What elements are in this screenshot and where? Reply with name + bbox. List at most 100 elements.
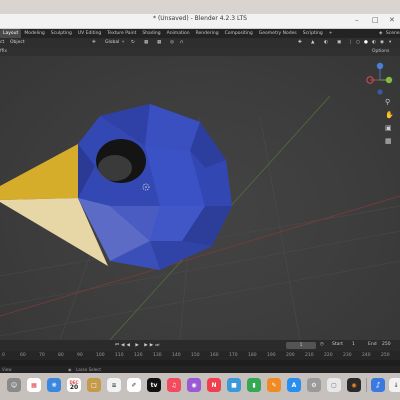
tab-rendering[interactable]: Rendering [193,29,222,38]
maximize-icon[interactable]: □ [372,16,379,24]
ruler-tick: 220 [324,353,333,358]
end-frame-field[interactable]: 250 [382,342,391,347]
ruler-tick: 150 [191,353,200,358]
viewport-scene [0,62,400,340]
ruler-tick: 70 [39,353,45,358]
pan-hand-icon[interactable]: ✋ [385,109,394,122]
header-menu-edge[interactable]: ct [0,40,4,45]
tab-animation[interactable]: Animation [164,29,193,38]
object-menu[interactable]: Object [10,40,25,45]
calendar-icon[interactable]: DEC 20 [67,378,81,392]
solid-shading-icon[interactable]: ● [364,40,368,45]
ruler-tick: 210 [305,353,314,358]
end-label: End [368,342,377,347]
safari-icon[interactable]: ❋ [47,378,61,392]
overlays-icon[interactable]: ◐ [324,40,328,45]
chevron-down-icon: ▾ [122,40,125,45]
finder-icon[interactable]: ☺ [7,378,21,392]
tab-compositing[interactable]: Compositing [222,29,256,38]
keynote-icon[interactable]: ■ [227,378,241,392]
navigation-gizmo[interactable] [366,62,393,95]
tab-shading[interactable]: Shading [139,29,163,38]
close-icon[interactable]: ✕ [389,16,395,24]
pivot-icon[interactable]: ↻ [131,40,135,45]
wireframe-shading-icon[interactable]: ○ [356,40,360,45]
3d-viewport[interactable]: ⚲ ✋ ▣ ▦ [0,56,400,340]
3d-cursor-center [145,186,147,188]
timeline-controls: ⏮◀◀ ▶ ▶▶⏭ 1 ◷ Start 1 End 250 [0,340,400,351]
downloads-folder-icon[interactable]: ↓ [389,378,400,392]
gizmo-neg-z-icon[interactable] [377,89,383,95]
tab-modeling[interactable]: Modeling [21,29,47,38]
light-cone-top [0,144,78,200]
numbers-icon[interactable]: ▮ [247,378,261,392]
app-store-icon[interactable]: A [287,378,301,392]
system-settings-icon[interactable]: ⚙ [307,378,321,392]
tab-geometry-nodes[interactable]: Geometry Nodes [256,29,300,38]
launchpad-icon[interactable]: ▦ [27,378,41,392]
window-title-bar: * (Unsaved) - Blender 4.2.3 LTS – □ ✕ [0,14,400,29]
camera-view-icon[interactable]: ▣ [385,122,394,135]
reminders-icon[interactable]: ≡ [107,378,121,392]
pages-icon[interactable]: ✎ [267,378,281,392]
current-frame-field[interactable]: 1 [286,342,316,349]
gizmo-z-icon[interactable] [376,62,384,70]
ruler-tick: 0 [2,353,5,358]
window-title: * (Unsaved) - Blender 4.2.3 LTS [153,15,247,22]
ruler-tick: 180 [248,353,257,358]
stopwatch-icon[interactable]: ◷ [320,342,324,347]
view-object-types-icon[interactable]: ✚ [298,40,302,45]
tab-texture-paint[interactable]: Texture Paint [104,29,139,38]
tab-layout[interactable]: Layout [0,29,22,38]
blender-icon[interactable]: ◉ [347,378,361,392]
material-preview-icon[interactable]: ◐ [372,40,376,45]
viewport-header: ct Object ✚ Global ▾ ↻ ▦ ▦ ◎ ∩ ✚ ▲ ◐ ▣ |… [0,38,400,48]
playback-buttons[interactable]: ⏮◀◀ ▶ ▶▶⏭ [115,342,161,348]
ruler-tick: 190 [267,353,276,358]
news-icon[interactable]: N [207,378,221,392]
sphere-face [145,104,200,151]
cavity-highlight [98,155,132,181]
ruler-tick: 200 [286,353,295,358]
proportional-edit-icon[interactable]: ◎ [170,40,174,45]
apple-tv-icon[interactable]: tv [147,378,161,392]
podcasts-icon[interactable]: ◉ [187,378,201,392]
falloff-icon[interactable]: ∩ [180,40,183,45]
gizmo-y-icon[interactable] [385,76,393,84]
frame-ruler[interactable]: 0 60 70 80 90 100 110 120 130 140 150 16… [0,351,400,360]
tab-scripting[interactable]: Scripting [300,29,326,38]
scene-label: Scene [385,31,400,36]
rendered-shading-icon[interactable]: ◉ [380,40,384,45]
minimize-icon[interactable]: – [355,16,359,24]
status-hint: Lasso Select [76,367,101,372]
shading-options-icon[interactable]: ▾ [389,40,391,45]
zoom-icon[interactable]: ⚲ [385,96,394,109]
status-left-label: View [2,367,12,372]
ruler-tick: 60 [20,353,26,358]
snap-target-icon[interactable]: ▦ [157,40,161,45]
transform-orientation-dropdown[interactable]: Global [105,40,119,45]
tab-sculpting[interactable]: Sculpting [48,29,75,38]
notes-folder-icon[interactable]: □ [87,378,101,392]
ruler-tick: 120 [134,353,143,358]
separator: | [350,40,352,45]
roblox-icon[interactable]: ▢ [327,378,341,392]
bluetooth-icon[interactable]: ᛢ [371,378,385,392]
subheader-left-label[interactable]: ffix [0,49,7,54]
gizmo-toggle-icon[interactable]: ▲ [311,40,314,45]
start-frame-field[interactable]: 1 [352,342,355,347]
xray-icon[interactable]: ▣ [337,40,341,45]
viewport-subheader: ffix Options [0,48,400,56]
snap-icon[interactable]: ▦ [144,40,148,45]
ruler-tick: 90 [77,353,83,358]
start-label: Start [332,342,343,347]
perspective-toggle-icon[interactable]: ▦ [385,135,394,148]
music-icon[interactable]: ♫ [167,378,181,392]
add-workspace-button[interactable]: + [326,29,336,38]
options-dropdown[interactable]: Options [372,49,389,54]
tab-uv-editing[interactable]: UV Editing [75,29,104,38]
freeform-icon[interactable]: ✐ [127,378,141,392]
ruler-tick: 130 [153,353,162,358]
ruler-tick: 110 [115,353,124,358]
scene-selector[interactable]: ◈ Scene [376,29,400,38]
